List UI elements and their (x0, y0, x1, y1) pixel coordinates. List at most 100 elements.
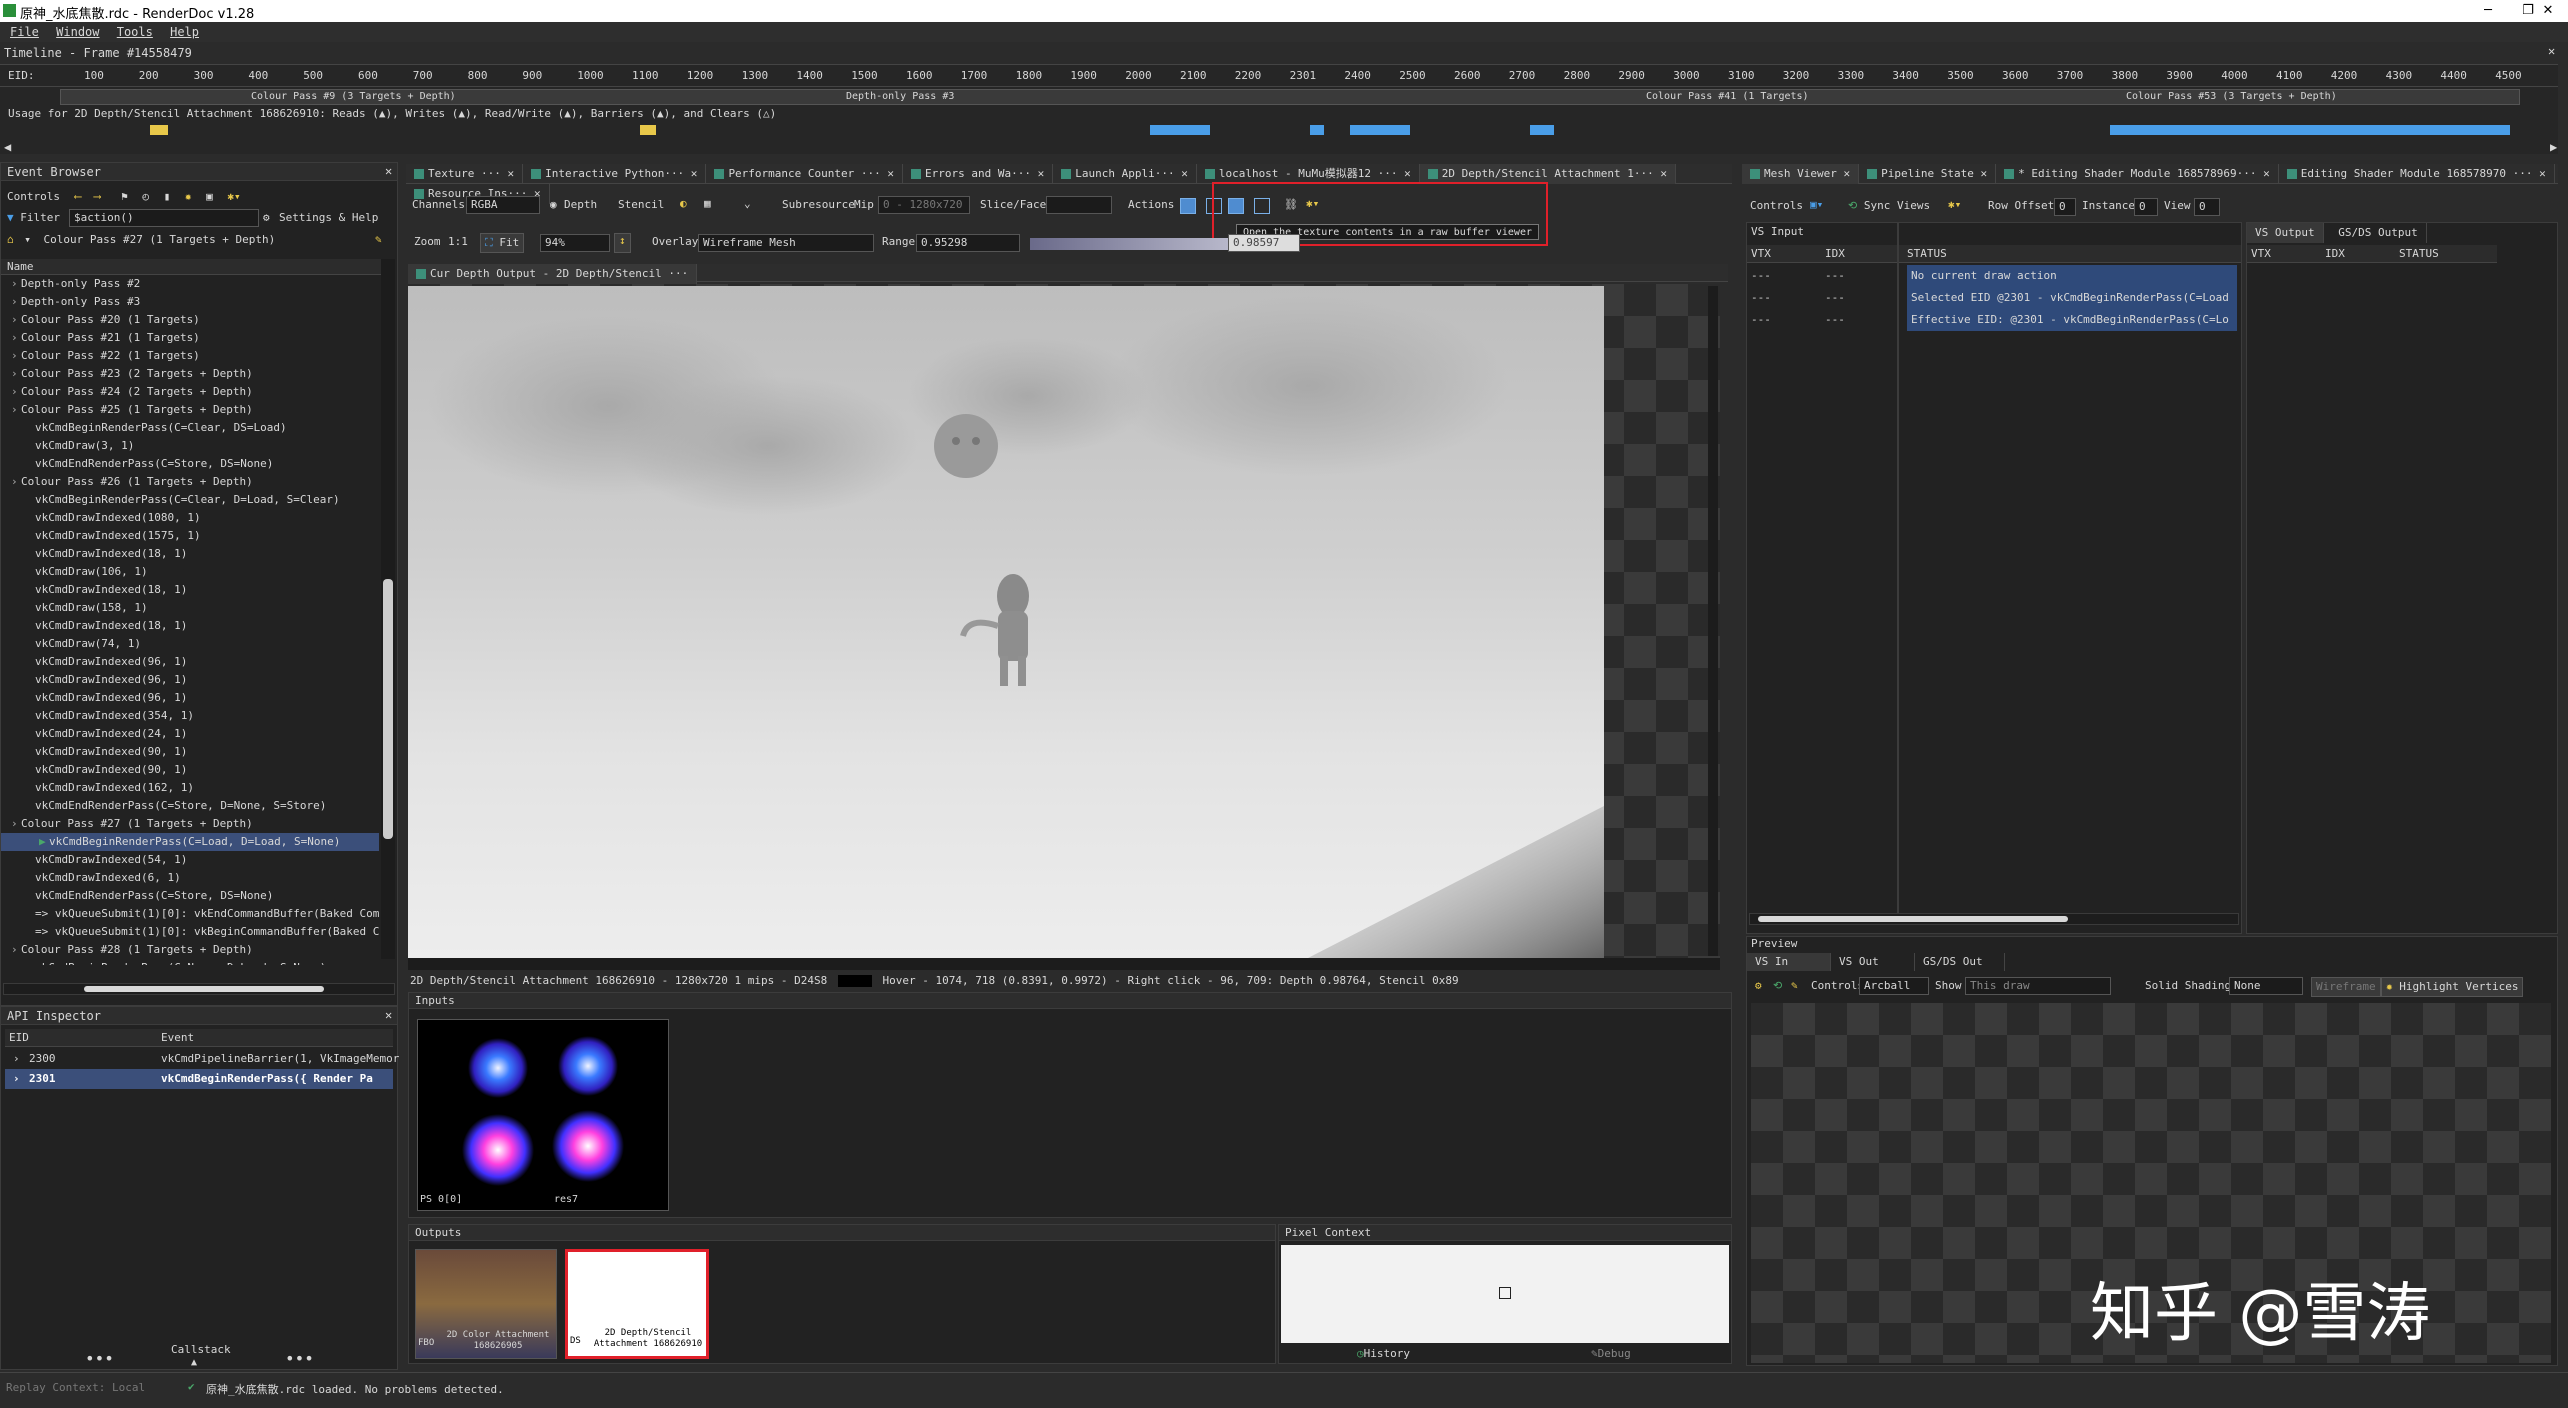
range-min-input[interactable]: 0.95298 (916, 234, 1020, 252)
close-icon[interactable]: ✕ (385, 164, 392, 178)
scroll-right-icon[interactable]: ▶ (2550, 140, 2557, 154)
right-tab[interactable]: Pipeline State ✕ (1859, 164, 1997, 184)
timeline-pass[interactable]: Colour Pass #53 (3 Targets + Depth) (2126, 91, 2337, 102)
event-tree-scrollbar[interactable] (381, 259, 395, 959)
vs-input-row[interactable]: --- --- Effective EID: @2301 - vkCmdBeginR… (1747, 309, 2241, 331)
texture-viewport[interactable] (408, 284, 1720, 958)
chevron-right-icon[interactable]: › (11, 473, 21, 491)
col-eid[interactable]: EID (9, 1029, 29, 1047)
chevron-right-icon[interactable]: › (11, 365, 21, 383)
event-item[interactable]: › Colour Pass #27 (1 Targets + Depth) (1, 815, 379, 833)
event-tree-hscrollbar[interactable] (3, 983, 395, 995)
chevron-right-icon[interactable]: › (11, 275, 21, 293)
col-vtx[interactable]: VTX (2251, 245, 2271, 263)
tab-vs-output[interactable]: VS Output (2247, 223, 2324, 243)
col-idx[interactable]: IDX (1825, 245, 1845, 263)
pixel-context-view[interactable] (1281, 1245, 1729, 1343)
event-item[interactable]: vkCmdDrawIndexed(96, 1) (1, 653, 379, 671)
chevron-right-icon[interactable]: › (13, 1049, 20, 1069)
instance-input[interactable]: 0 (2134, 198, 2158, 216)
event-item[interactable]: › Colour Pass #26 (1 Targets + Depth) (1, 473, 379, 491)
chevron-right-icon[interactable]: › (11, 941, 21, 959)
event-item[interactable]: vkCmdEndRenderPass(C=Store, D=None, S=St… (1, 797, 379, 815)
color-picker-icon[interactable]: ◐ (680, 197, 687, 210)
channels-select[interactable]: RGBA (466, 196, 540, 214)
close-icon[interactable]: ✕ (385, 1008, 392, 1022)
event-item[interactable]: vkCmdDrawIndexed(1080, 1) (1, 509, 379, 527)
chart-icon[interactable]: ▮ (164, 190, 171, 203)
event-item[interactable]: vkCmdDrawIndexed(6, 1) (1, 869, 379, 887)
chevron-right-icon[interactable]: › (11, 329, 21, 347)
close-icon[interactable]: ✕ (1398, 167, 1411, 180)
export-icon[interactable]: ▣▾ (1810, 198, 1823, 211)
event-item[interactable]: vkCmdEndRenderPass(C=Store, DS=None) (1, 455, 379, 473)
chevron-right-icon[interactable]: › (11, 401, 21, 419)
event-item[interactable]: › Colour Pass #24 (2 Targets + Depth) (1, 383, 379, 401)
pick-icon[interactable]: ✎ (1791, 979, 1798, 992)
solid-shading-select[interactable]: None (2229, 977, 2303, 995)
close-icon[interactable]: ✕ (684, 167, 698, 180)
event-item[interactable]: vkCmdDraw(74, 1) (1, 635, 379, 653)
scroll-left-icon[interactable]: ◀ (4, 140, 11, 154)
close-icon[interactable]: ✕ (1974, 167, 1987, 180)
camera-select[interactable]: Arcball (1859, 977, 1929, 995)
texture-hscrollbar[interactable] (408, 958, 1720, 970)
event-item[interactable]: vkCmdDrawIndexed(18, 1) (1, 581, 379, 599)
event-item[interactable]: vkCmdBeginRenderPass(C=Clear, DS=Load) (1, 419, 379, 437)
event-item[interactable]: vkCmdBeginRenderPass(C=Clear, D=Load, S=… (1, 491, 379, 509)
bookmark-icon[interactable]: ✎ (375, 231, 382, 249)
event-item[interactable]: › Colour Pass #20 (1 Targets) (1, 311, 379, 329)
right-tab-bar[interactable]: Mesh Viewer ✕ Pipeline State ✕ * Editing S… (1742, 164, 2558, 184)
tab-vs-out[interactable]: VS Out (1831, 953, 1915, 971)
settings-icon[interactable]: ✹ (185, 190, 192, 203)
sync-views-button[interactable]: ⟲ Sync Views (1848, 199, 1930, 212)
event-item[interactable]: vkCmdEndRenderPass(C=Store, DS=None) (1, 887, 379, 905)
event-item[interactable]: › Depth-only Pass #3 (1, 293, 379, 311)
depth-radio-icon[interactable]: ◉ (550, 198, 557, 211)
event-tree[interactable]: › Depth-only Pass #2 › Depth-only Pass #3 › C… (1, 275, 379, 965)
checkerboard-icon[interactable]: ▦ (704, 197, 711, 210)
output-depth-thumbnail[interactable]: DS 2D Depth/Stencil Attachment 168626910 (565, 1249, 709, 1359)
row-offset-input[interactable]: 0 (2054, 198, 2076, 216)
close-button[interactable]: ✕ (2528, 0, 2568, 22)
chevron-down-icon[interactable]: ⌄ (744, 197, 751, 210)
event-item[interactable]: vkCmdDrawIndexed(18, 1) (1, 617, 379, 635)
event-item[interactable]: vkCmdDrawIndexed(354, 1) (1, 707, 379, 725)
bookmark-icon[interactable]: ⚑ (121, 190, 128, 203)
view-input[interactable]: 0 (2194, 198, 2220, 216)
texture-vscrollbar[interactable] (1708, 286, 1718, 956)
close-icon[interactable]: ✕ (2257, 167, 2270, 180)
vs-input-rows[interactable]: --- --- No current draw action --- --- Select… (1747, 265, 2241, 331)
home-icon[interactable]: ⌂ (7, 233, 14, 246)
gear-icon[interactable]: ⚙ (263, 209, 270, 227)
center-tab-bar[interactable]: Texture ··· ✕ Interactive Python··· ✕ Perf… (406, 164, 1732, 204)
tools-icon[interactable]: ✱▾ (1948, 198, 1961, 211)
splitter-handle[interactable]: ••• (285, 1349, 314, 1368)
mip-select[interactable]: 0 - 1280x720 (878, 196, 970, 214)
center-tab[interactable]: localhost - MuMu模拟器12 ··· ✕ (1197, 164, 1420, 184)
menu-help[interactable]: Help (170, 25, 199, 39)
minimize-button[interactable]: ─ (2468, 0, 2508, 22)
event-item[interactable]: vkCmdBeginRenderPass(C=None, D=Load, S=N… (1, 959, 379, 965)
event-item[interactable]: › Depth-only Pass #2 (1, 275, 379, 293)
back-arrow-icon[interactable]: ⟵ (75, 190, 82, 203)
forward-arrow-icon[interactable]: ⟶ (94, 190, 101, 203)
event-item[interactable]: => vkQueueSubmit(1)[0]: vkBeginCommandBu… (1, 923, 379, 941)
close-icon[interactable]: ✕ (1654, 167, 1667, 180)
menu-tools[interactable]: Tools (117, 25, 153, 39)
col-vtx[interactable]: VTX (1751, 245, 1771, 263)
event-item[interactable]: › Colour Pass #25 (1 Targets + Depth) (1, 401, 379, 419)
event-item[interactable]: vkCmdDrawIndexed(96, 1) (1, 671, 379, 689)
output-color-thumbnail[interactable]: FBO 2D Color Attachment 168626905 (415, 1249, 557, 1359)
tab-vs-in[interactable]: VS In (1747, 953, 1831, 971)
tab-gsds-output[interactable]: GS/DS Output (2330, 223, 2427, 243)
show-select[interactable]: This draw (1965, 977, 2111, 995)
event-item[interactable]: => vkQueueSubmit(1)[0]: vkEndCommandBuff… (1, 905, 379, 923)
menu-window[interactable]: Window (56, 25, 99, 39)
col-status[interactable]: STATUS (1907, 245, 1947, 263)
history-button[interactable]: ◷History (1357, 1347, 1410, 1360)
col-status[interactable]: STATUS (2399, 245, 2439, 263)
timeline-pass[interactable]: Colour Pass #9 (3 Targets + Depth) (251, 91, 456, 102)
center-tab[interactable]: Texture ··· ✕ (406, 164, 524, 184)
api-row-selected[interactable]: › 2301 vkCmdBeginRenderPass({ Render Pa (5, 1069, 393, 1089)
